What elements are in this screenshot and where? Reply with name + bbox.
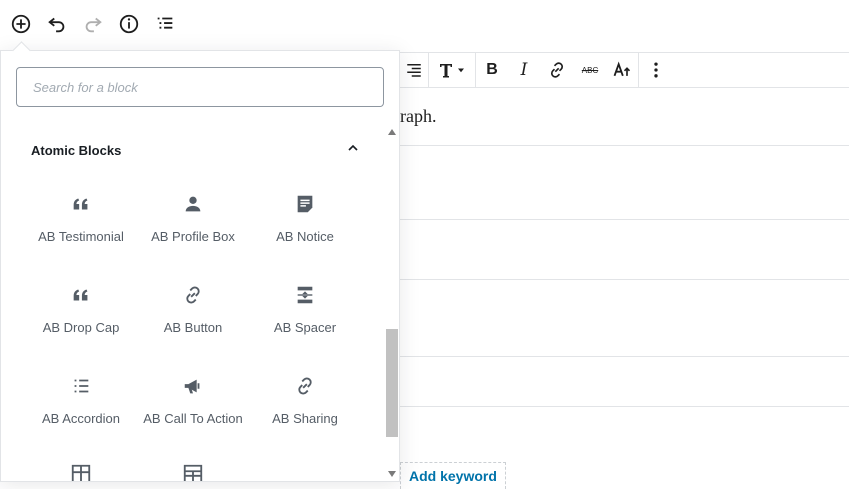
block-ab-spacer[interactable]: AB Spacer bbox=[249, 270, 361, 361]
outline-button[interactable] bbox=[152, 11, 178, 37]
divider bbox=[400, 219, 849, 220]
bold-icon: B bbox=[486, 61, 498, 78]
block-ab-sharing[interactable]: AB Sharing bbox=[249, 361, 361, 452]
more-options-button[interactable] bbox=[639, 52, 673, 88]
link-button[interactable] bbox=[540, 52, 574, 88]
block-ab-profile-box[interactable]: AB Profile Box bbox=[137, 179, 249, 270]
inserter-scrollbar[interactable] bbox=[385, 123, 399, 481]
block-ab-accordion[interactable]: AB Accordion bbox=[25, 361, 137, 452]
undo-icon bbox=[48, 17, 65, 33]
scroll-up-arrow-icon[interactable] bbox=[388, 129, 396, 135]
redo-icon bbox=[85, 17, 102, 33]
block-partially-visible[interactable] bbox=[25, 463, 137, 481]
quote-icon bbox=[73, 198, 88, 210]
scroll-down-arrow-icon[interactable] bbox=[388, 471, 396, 477]
block-grid: AB Testimonial AB Profile Box AB Notice … bbox=[25, 179, 361, 452]
italic-icon: I bbox=[520, 60, 528, 80]
block-label: AB Profile Box bbox=[151, 229, 235, 244]
spacer-icon bbox=[297, 286, 313, 304]
text-transform-button[interactable] bbox=[606, 52, 638, 88]
divider bbox=[400, 356, 849, 357]
block-label: AB Notice bbox=[276, 229, 334, 244]
block-label: AB Button bbox=[163, 320, 223, 335]
block-label: AB Sharing bbox=[272, 411, 338, 426]
divider bbox=[400, 279, 849, 280]
person-icon bbox=[185, 196, 201, 212]
text-size-button[interactable] bbox=[429, 52, 475, 88]
bold-button[interactable]: B bbox=[476, 52, 508, 88]
align-icon bbox=[407, 64, 421, 77]
align-button[interactable] bbox=[400, 52, 428, 88]
divider bbox=[400, 406, 849, 407]
add-block-icon bbox=[11, 14, 31, 34]
link-icon bbox=[186, 286, 200, 304]
block-label: AB Drop Cap bbox=[42, 320, 120, 335]
add-block-button[interactable] bbox=[8, 11, 34, 37]
block-search-input[interactable] bbox=[16, 67, 384, 107]
notice-icon bbox=[297, 195, 313, 213]
block-ab-drop-cap[interactable]: AB Drop Cap bbox=[25, 270, 137, 361]
text-transform-icon bbox=[613, 61, 631, 77]
list-icon bbox=[74, 379, 89, 393]
megaphone-icon bbox=[184, 379, 200, 394]
block-label: AB Call To Action bbox=[143, 411, 243, 426]
panel-title: Atomic Blocks bbox=[31, 142, 122, 158]
strikethrough-icon: ABC bbox=[581, 65, 599, 75]
more-vertical-icon bbox=[654, 62, 658, 78]
block-inserter-popover: Atomic Blocks AB Testimonial AB Profile … bbox=[0, 41, 400, 482]
block-ab-call-to-action[interactable]: AB Call To Action bbox=[137, 361, 249, 452]
block-ab-button[interactable]: AB Button bbox=[137, 270, 249, 361]
block-ab-testimonial[interactable]: AB Testimonial bbox=[25, 179, 137, 270]
link-icon bbox=[298, 377, 312, 395]
undo-button[interactable] bbox=[44, 11, 70, 37]
block-ab-notice[interactable]: AB Notice bbox=[249, 179, 361, 270]
strikethrough-button[interactable]: ABC bbox=[574, 52, 606, 88]
add-keyword-button[interactable]: Add keyword bbox=[400, 462, 506, 489]
block-toolbar: B I ABC bbox=[400, 52, 849, 88]
grid-icon bbox=[183, 464, 203, 481]
redo-button[interactable] bbox=[80, 11, 106, 37]
chevron-up-icon[interactable] bbox=[345, 140, 361, 161]
outline-icon bbox=[157, 17, 173, 29]
block-grid-next-row bbox=[25, 463, 361, 481]
paragraph-text[interactable]: raph. bbox=[400, 106, 436, 127]
italic-button[interactable]: I bbox=[508, 52, 540, 88]
text-size-icon bbox=[440, 64, 464, 78]
block-label: AB Accordion bbox=[41, 411, 121, 426]
block-partially-visible[interactable] bbox=[137, 463, 249, 481]
divider bbox=[400, 145, 849, 146]
atomic-blocks-panel-header[interactable]: Atomic Blocks bbox=[31, 140, 361, 160]
block-label: AB Testimonial bbox=[38, 229, 124, 244]
link-icon bbox=[550, 62, 564, 78]
editor-top-toolbar bbox=[0, 0, 849, 48]
info-button[interactable] bbox=[116, 11, 142, 37]
quote-icon bbox=[73, 289, 88, 301]
scrollbar-thumb[interactable] bbox=[386, 329, 398, 437]
table-icon bbox=[71, 464, 91, 481]
block-label: AB Spacer bbox=[273, 320, 337, 335]
info-icon bbox=[119, 14, 139, 34]
